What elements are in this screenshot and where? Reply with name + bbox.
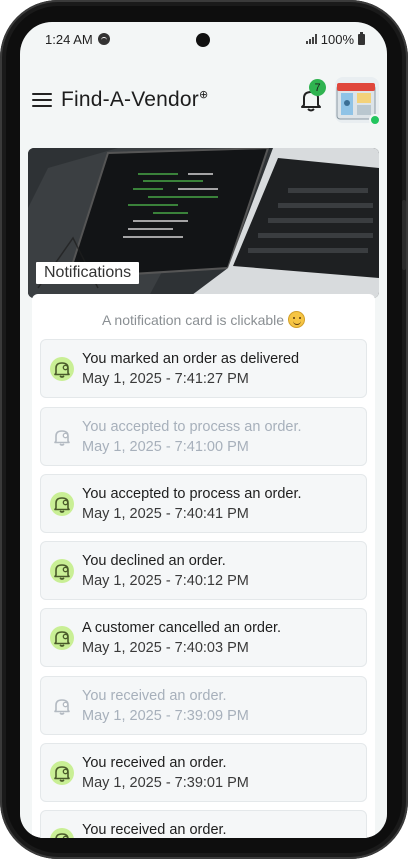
notification-timestamp: May 1, 2025 - 7:41:27 PM [82, 371, 249, 387]
battery-percent: 100% [320, 31, 354, 47]
notification-card[interactable]: A customer cancelled an order. May 1, 202… [40, 608, 367, 667]
notification-timestamp: May 1, 2025 - 7:40:41 PM [82, 506, 249, 522]
profile-avatar[interactable] [335, 77, 381, 126]
notification-timestamp: May 1, 2025 - 7:40:12 PM [82, 573, 249, 589]
notification-title: A customer cancelled an order. [82, 620, 282, 636]
status-time: 1:24 AM [45, 31, 93, 47]
title-mark: ⊕ [199, 89, 209, 101]
app-title: Find-A-Vendor⊕ [61, 88, 208, 112]
notification-count-badge: 7 [309, 79, 326, 96]
notification-card[interactable]: You accepted to process an order. May 1, … [40, 407, 367, 466]
hero-banner: Notifications [28, 148, 379, 298]
spotify-icon [97, 33, 110, 45]
notification-timestamp: May 1, 2025 - 7:40:03 PM [82, 640, 249, 656]
notification-bell-icon [50, 694, 74, 718]
notification-bell-icon [50, 492, 74, 516]
notification-card[interactable]: You received an order. May 1, 2025 - 7:39… [40, 676, 367, 735]
notifications-bell-button[interactable]: 7 [298, 79, 326, 113]
notification-title: You accepted to process an order. [82, 486, 302, 502]
notification-title: You accepted to process an order. [82, 419, 302, 435]
volume-button [402, 200, 406, 270]
hint-text: A notification card is clickable [101, 312, 285, 328]
app-title-text: Find-A-Vendor [61, 88, 200, 111]
notification-title: You marked an order as delivered [82, 351, 300, 367]
battery-icon [358, 31, 365, 45]
notification-card[interactable]: You accepted to process an order. May 1, … [40, 474, 367, 533]
clickable-hint: A notification card is clickable [32, 311, 375, 328]
notification-bell-icon [50, 626, 74, 650]
notification-timestamp: May 1, 2025 - 7:39:01 PM [82, 775, 249, 791]
notification-bell-icon [50, 761, 74, 785]
notification-timestamp: May 1, 2025 - 7:41:00 PM [82, 439, 249, 455]
status-right: 100% [305, 31, 365, 47]
notification-title: You received an order. [82, 822, 227, 838]
notification-title: You declined an order. [82, 553, 226, 569]
menu-icon[interactable] [32, 91, 52, 109]
notification-bell-icon [50, 828, 74, 838]
smiley-emoji-icon [288, 311, 306, 328]
notification-bell-icon [50, 425, 74, 449]
notification-card[interactable]: You received an order. [40, 810, 367, 838]
app-screen: 1:24 AM 100% Find-A-Vendor⊕ 7 Notificati… [20, 22, 387, 838]
notifications-panel: A notification card is clickable You mar… [32, 294, 375, 838]
online-status-dot [369, 114, 381, 126]
notification-title: You received an order. [82, 688, 227, 704]
signal-icon [305, 34, 317, 44]
notification-bell-icon [50, 357, 74, 381]
status-left: 1:24 AM [45, 32, 110, 47]
notifications-heading: Notifications [36, 262, 140, 284]
notification-timestamp: May 1, 2025 - 7:39:09 PM [82, 708, 249, 724]
front-camera [196, 33, 210, 47]
phone-frame: 1:24 AM 100% Find-A-Vendor⊕ 7 Notificati… [0, 0, 408, 859]
notification-card[interactable]: You declined an order. May 1, 2025 - 7:40… [40, 541, 367, 600]
notification-bell-icon [50, 559, 74, 583]
notification-card[interactable]: You marked an order as delivered May 1, 2… [40, 339, 367, 398]
notification-card[interactable]: You received an order. May 1, 2025 - 7:39… [40, 743, 367, 802]
app-header: Find-A-Vendor⊕ 7 [20, 70, 387, 130]
notification-title: You received an order. [82, 755, 227, 771]
